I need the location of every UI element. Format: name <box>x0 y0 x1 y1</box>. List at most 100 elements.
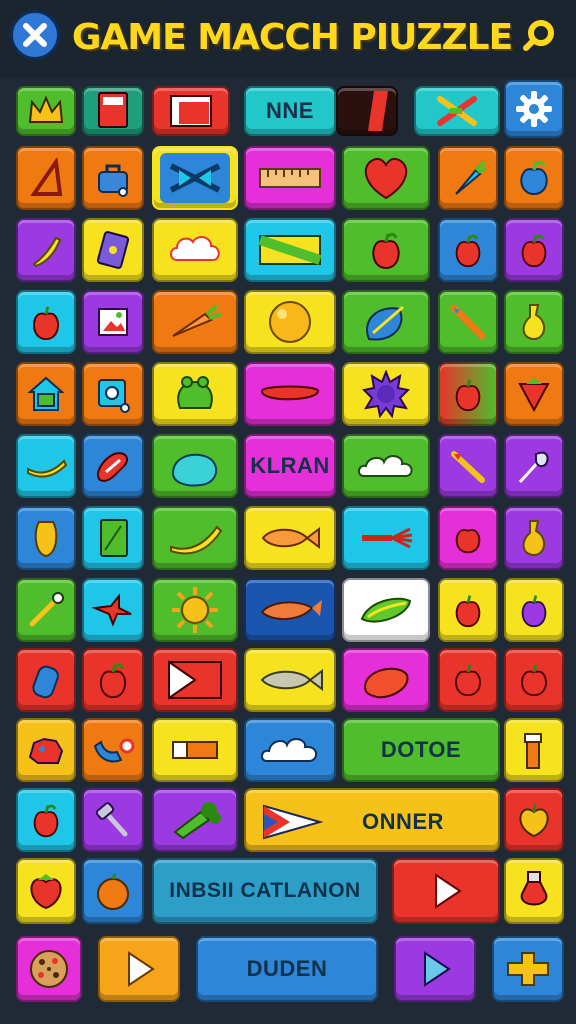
fish-icon <box>260 600 322 620</box>
tile-fish-grey[interactable] <box>244 648 336 712</box>
tile-carrot[interactable] <box>438 146 498 210</box>
tile-orange-2[interactable] <box>82 858 144 924</box>
bar-icon <box>368 91 388 131</box>
play-button-orange[interactable] <box>98 936 180 1002</box>
tile-bill[interactable] <box>244 218 336 282</box>
tile-carrot-2[interactable] <box>152 290 238 354</box>
apple-icon <box>33 306 59 341</box>
tile-strawberry-3[interactable] <box>16 858 76 924</box>
tile-shoe-2[interactable] <box>82 718 144 782</box>
tile-apple-red-2[interactable] <box>438 218 498 282</box>
tile-nne[interactable]: NNE <box>244 86 336 136</box>
tile-bag[interactable] <box>82 146 144 210</box>
tile-kraan[interactable]: KLRAN <box>244 434 336 498</box>
tile-wand[interactable] <box>16 578 76 642</box>
tile-apple-red-4[interactable] <box>16 290 76 354</box>
tile-cookie[interactable] <box>16 936 82 1002</box>
fish-icon <box>366 305 404 341</box>
tile-tablet[interactable] <box>82 506 144 570</box>
tile-banana-3[interactable] <box>152 506 238 570</box>
pencil-icon <box>450 304 486 340</box>
tile-starfish[interactable] <box>82 578 144 642</box>
tile-orange[interactable] <box>244 290 336 354</box>
tile-phone[interactable] <box>82 218 144 282</box>
tile-card[interactable] <box>82 86 144 136</box>
tile-sun-purple[interactable] <box>342 362 430 426</box>
tile-shoe[interactable] <box>82 434 144 498</box>
tile-feather[interactable] <box>504 434 564 498</box>
play-button-red[interactable] <box>392 858 500 924</box>
carrot-icon <box>172 304 222 337</box>
tile-candle[interactable] <box>504 718 564 782</box>
tile-brick[interactable] <box>152 718 238 782</box>
tile-bar[interactable] <box>336 86 398 136</box>
tile-fish-blue[interactable] <box>342 290 430 354</box>
tile-bone[interactable] <box>492 936 564 1002</box>
tile-apple-6[interactable] <box>438 506 498 570</box>
tile-flag-2[interactable] <box>152 648 238 712</box>
carrot-icon <box>455 160 487 195</box>
tile-broccoli[interactable] <box>152 788 238 852</box>
tile-apple-8[interactable] <box>504 578 564 642</box>
house-icon <box>27 376 65 411</box>
tile-apple-12[interactable] <box>16 788 76 852</box>
tile-apple-10[interactable] <box>438 648 498 712</box>
tile-hammer[interactable] <box>82 788 144 852</box>
tile-fruit[interactable] <box>342 648 430 712</box>
tile-frog[interactable] <box>152 362 238 426</box>
tile-fish-orange[interactable] <box>244 506 336 570</box>
flag-icon <box>263 804 324 840</box>
tile-triangle[interactable] <box>16 146 76 210</box>
tile-dotoe[interactable]: DOTOE <box>342 718 500 782</box>
tile-fish-salmon[interactable] <box>244 578 336 642</box>
close-button[interactable] <box>10 10 60 60</box>
tile-heart[interactable] <box>342 146 430 210</box>
tile-fish-red[interactable] <box>342 506 430 570</box>
cloud-icon <box>170 236 220 261</box>
tile-apple-5[interactable] <box>438 362 498 426</box>
tile-ruler[interactable] <box>244 146 336 210</box>
tile-photo[interactable] <box>82 290 144 354</box>
tile-arrows[interactable] <box>414 86 500 136</box>
banana-icon <box>170 525 223 555</box>
tile-potion[interactable] <box>504 858 564 924</box>
tile-cucumber[interactable] <box>342 578 430 642</box>
tile-msi-button[interactable]: INBSII CATLANON <box>152 858 378 924</box>
tile-pear-cyan[interactable] <box>152 434 238 498</box>
tile-apple-11[interactable] <box>504 648 564 712</box>
tile-onner[interactable]: ONNER <box>244 788 500 852</box>
tile-rock[interactable] <box>16 718 76 782</box>
cloud-icon <box>261 738 317 762</box>
tile-apple-red-3[interactable] <box>504 218 564 282</box>
tile-pencil[interactable] <box>438 290 498 354</box>
tile-crown[interactable] <box>16 86 76 136</box>
tile-flag[interactable] <box>152 86 230 136</box>
duden-button[interactable]: DUDEN <box>196 936 378 1002</box>
tile-apple-blue[interactable] <box>504 146 564 210</box>
tile-house[interactable] <box>16 362 76 426</box>
tile-strawberry-2[interactable] <box>504 788 564 852</box>
tile-apple-red-1[interactable] <box>342 218 430 282</box>
tile-label: KLRAN <box>250 453 330 478</box>
tile-pencil-2[interactable] <box>438 434 498 498</box>
tile-apple-7[interactable] <box>438 578 498 642</box>
tile-banana-2[interactable] <box>16 434 76 498</box>
tile-sun[interactable] <box>152 578 238 642</box>
tile-apple-9[interactable] <box>82 648 144 712</box>
tile-mango[interactable] <box>16 506 76 570</box>
tile-pear[interactable] <box>504 290 564 354</box>
tile-pepper[interactable] <box>244 362 336 426</box>
tile-pear-2[interactable] <box>504 506 564 570</box>
pear-icon <box>171 453 217 487</box>
tile-strawberry[interactable] <box>504 362 564 426</box>
play-button-purple[interactable] <box>394 936 476 1002</box>
tile-banana[interactable] <box>16 218 76 282</box>
tile-safe[interactable] <box>82 362 144 426</box>
search-button[interactable] <box>516 14 564 58</box>
tile-jar[interactable] <box>16 648 76 712</box>
tile-crossed-fish[interactable] <box>152 146 238 210</box>
tile-cloud-3[interactable] <box>244 718 336 782</box>
tile-cloud-2[interactable] <box>342 434 430 498</box>
tile-cloud[interactable] <box>152 218 238 282</box>
settings-button[interactable] <box>504 80 564 138</box>
